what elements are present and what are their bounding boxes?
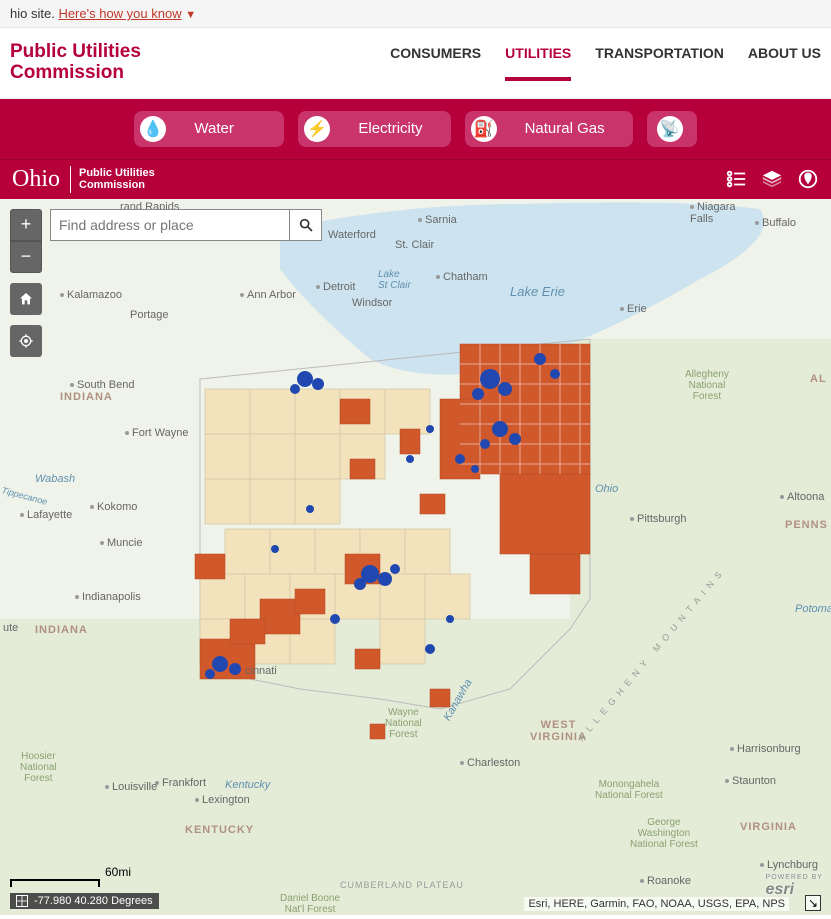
left-control-col: + − bbox=[10, 209, 42, 357]
telecom-icon: 📡 bbox=[657, 116, 683, 142]
pill-gas-label: Natural Gas bbox=[525, 120, 605, 137]
coords-display[interactable]: -77.980 40.280 Degrees bbox=[10, 893, 159, 909]
legend-icon[interactable] bbox=[725, 168, 747, 190]
pill-telecom[interactable]: 📡 bbox=[647, 111, 697, 147]
pill-water-label: Water bbox=[194, 120, 233, 137]
locate-button[interactable] bbox=[10, 325, 42, 357]
gas-icon: ⛽ bbox=[471, 116, 497, 142]
ohio-logo[interactable]: Ohio bbox=[12, 166, 71, 193]
home-button[interactable] bbox=[10, 283, 42, 315]
nav-about[interactable]: ABOUT US bbox=[748, 45, 821, 81]
pill-electricity[interactable]: ⚡ Electricity bbox=[298, 111, 450, 147]
gov-text: hio site. bbox=[10, 6, 55, 21]
pill-water[interactable]: 💧 Water bbox=[134, 111, 284, 147]
gov-link[interactable]: Here's how you know bbox=[58, 6, 181, 21]
search-group bbox=[50, 209, 322, 241]
layers-icon[interactable] bbox=[761, 168, 783, 190]
esri-name: esri bbox=[766, 881, 794, 898]
scale-label: 60mi bbox=[105, 865, 131, 879]
esri-powered: POWERED BY bbox=[766, 874, 823, 881]
coords-toggle-icon[interactable] bbox=[16, 895, 28, 907]
utility-bar: 💧 Water ⚡ Electricity ⛽ Natural Gas 📡 bbox=[0, 99, 831, 159]
zoom-out-button[interactable]: − bbox=[10, 241, 42, 273]
site-logo[interactable]: Public Utilities Commission bbox=[10, 42, 141, 84]
zoom-in-button[interactable]: + bbox=[10, 209, 42, 241]
gov-banner: hio site. Here's how you know ▼ bbox=[0, 0, 831, 28]
location-icon[interactable] bbox=[797, 168, 819, 190]
logo-line1: Public Utilities bbox=[10, 42, 141, 63]
ohio-tools bbox=[725, 168, 819, 190]
ohio-sub: Public Utilities Commission bbox=[79, 167, 155, 191]
ohio-sub1: Public Utilities bbox=[79, 167, 155, 179]
nav-transportation[interactable]: TRANSPORTATION bbox=[595, 45, 724, 81]
nav-utilities[interactable]: UTILITIES bbox=[505, 45, 571, 81]
site-header: Public Utilities Commission CONSUMERS UT… bbox=[0, 28, 831, 99]
water-icon: 💧 bbox=[140, 116, 166, 142]
ohio-sub2: Commission bbox=[79, 179, 155, 191]
search-button[interactable] bbox=[290, 209, 322, 241]
zoom-group: + − bbox=[10, 209, 42, 273]
ohio-left: Ohio Public Utilities Commission bbox=[12, 166, 155, 193]
pill-gas[interactable]: ⛽ Natural Gas bbox=[465, 111, 633, 147]
ohio-bar: Ohio Public Utilities Commission bbox=[0, 159, 831, 199]
search-input[interactable] bbox=[50, 209, 290, 241]
logo-line2: Commission bbox=[10, 63, 141, 84]
attribution[interactable]: Esri, HERE, Garmin, FAO, NOAA, USGS, EPA… bbox=[524, 897, 789, 911]
nav-consumers[interactable]: CONSUMERS bbox=[390, 45, 481, 81]
main-nav: CONSUMERS UTILITIES TRANSPORTATION ABOUT… bbox=[390, 45, 821, 81]
chevron-down-icon: ▼ bbox=[185, 9, 196, 21]
electricity-icon: ⚡ bbox=[304, 116, 330, 142]
scale-bar: 60mi bbox=[10, 879, 100, 887]
coords-text: -77.980 40.280 Degrees bbox=[34, 895, 153, 907]
pill-elec-label: Electricity bbox=[358, 120, 422, 137]
esri-logo[interactable]: POWERED BY esri bbox=[766, 874, 823, 899]
scale-line bbox=[10, 879, 100, 887]
map-controls: + − bbox=[10, 209, 322, 357]
map[interactable]: Niagara Falls Buffalo Erie Lake Erie Lak… bbox=[0, 199, 831, 915]
